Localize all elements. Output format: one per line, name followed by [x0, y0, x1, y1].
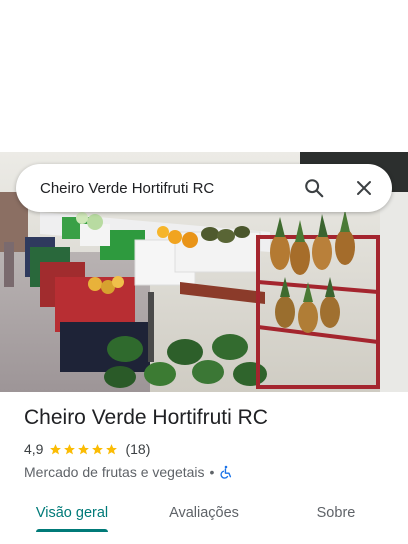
search-bar[interactable]: Cheiro Verde Hortifruti RC	[16, 164, 392, 212]
rating-row[interactable]: 4,9 (18)	[24, 440, 394, 458]
tab-label: Avaliações	[169, 505, 239, 521]
search-icon[interactable]	[296, 170, 332, 206]
place-info: Cheiro Verde Hortifruti RC 4,9 (18) Merc…	[24, 404, 394, 482]
close-icon[interactable]	[346, 170, 382, 206]
rating-value: 4,9	[24, 441, 44, 457]
star-icon	[78, 443, 90, 454]
tab-reviews[interactable]: Avaliações	[144, 494, 264, 536]
star-rating	[49, 443, 119, 456]
tab-label: Sobre	[316, 505, 356, 521]
tab-about[interactable]: Sobre	[264, 494, 408, 536]
star-icon	[106, 443, 118, 454]
wheelchair-icon	[220, 465, 232, 479]
tab-label: Visão geral	[35, 505, 109, 521]
active-tab-indicator	[36, 529, 108, 532]
separator: •	[209, 464, 215, 480]
star-icon	[50, 443, 62, 454]
category-label: Mercado de frutas e vegetais	[24, 464, 205, 480]
tab-bar: Visão geral Avaliações Sobre	[0, 494, 408, 536]
star-icon	[64, 443, 76, 454]
place-title: Cheiro Verde Hortifruti RC	[24, 406, 268, 429]
category-row: Mercado de frutas e vegetais •	[24, 462, 394, 482]
star-icon	[92, 443, 104, 454]
review-count: (18)	[125, 441, 151, 457]
map-area	[0, 0, 408, 152]
tab-overview[interactable]: Visão geral	[0, 494, 144, 536]
search-input[interactable]: Cheiro Verde Hortifruti RC	[40, 180, 296, 197]
